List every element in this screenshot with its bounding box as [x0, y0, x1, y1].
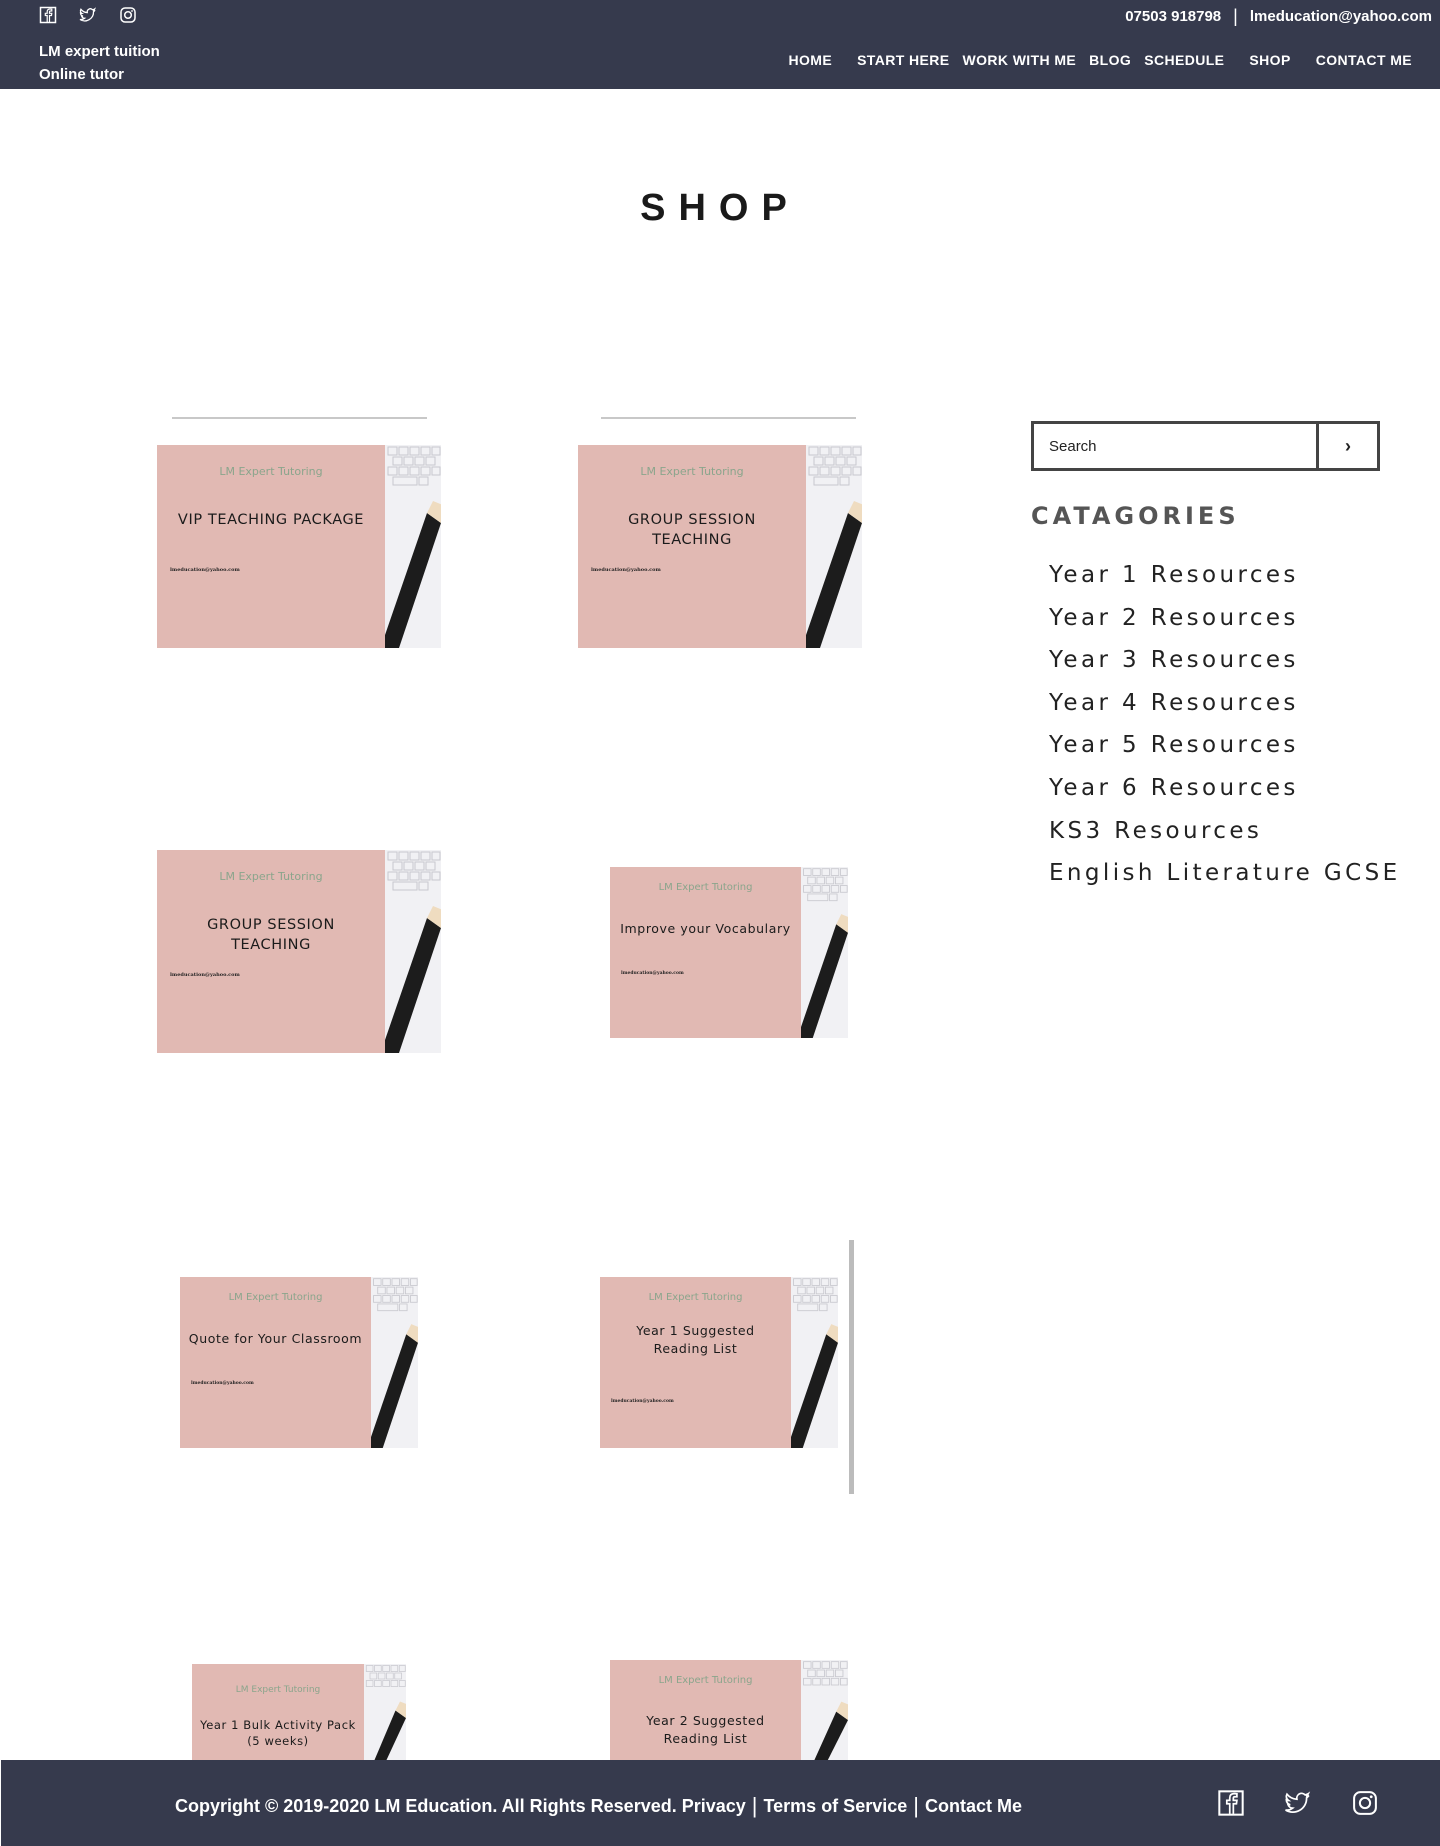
keyboard-pencil-image	[364, 1664, 406, 1760]
product-brand: LM Expert Tutoring	[648, 1292, 743, 1303]
category-year-4[interactable]: Year 4 Resources	[1049, 686, 1401, 729]
product-email: lmeducation@yahoo.com	[170, 567, 240, 573]
nav-schedule[interactable]: SCHEDULE	[1144, 52, 1224, 68]
product-brand: LM Expert Tutoring	[658, 1675, 753, 1686]
product-title: GROUP SESSION TEACHING	[628, 512, 756, 549]
keyboard-pencil-image	[385, 445, 441, 648]
product-divider	[172, 417, 427, 419]
product-brand: LM Expert Tutoring	[235, 1685, 321, 1695]
keyboard-pencil-image	[385, 850, 441, 1053]
product-email: lmeducation@yahoo.com	[611, 1399, 674, 1404]
instagram-icon[interactable]	[119, 6, 137, 24]
email-link[interactable]: lmeducation@yahoo.com	[1250, 8, 1432, 25]
product-card[interactable]: LM Expert Tutoring GROUP SESSION TEACHIN…	[578, 445, 862, 648]
category-ks3[interactable]: KS3 Resources	[1049, 814, 1401, 857]
product-brand: LM Expert Tutoring	[219, 870, 323, 883]
category-year-2[interactable]: Year 2 Resources	[1049, 601, 1401, 644]
twitter-icon[interactable]	[1284, 1789, 1312, 1817]
chevron-right-icon: ›	[1345, 435, 1351, 456]
privacy-link[interactable]: Privacy	[682, 1796, 746, 1817]
main-nav: HOME START HERE WORK WITH ME BLOG SCHEDU…	[788, 52, 1412, 68]
product-image: LM Expert Tutoring Year 1 Suggested Read…	[600, 1277, 791, 1448]
product-email: lmeducation@yahoo.com	[591, 567, 661, 573]
scroll-indicator	[849, 1240, 854, 1494]
product-image: LM Expert Tutoring VIP TEACHING PACKAGE …	[157, 445, 385, 648]
instagram-icon[interactable]	[1351, 1789, 1379, 1817]
site-brand[interactable]: LM expert tuition Online tutor	[39, 40, 160, 86]
category-list: Year 1 Resources Year 2 Resources Year 3…	[1049, 558, 1401, 899]
category-year-5[interactable]: Year 5 Resources	[1049, 728, 1401, 771]
product-title: Quote for Your Classroom	[188, 1331, 363, 1346]
page-title: SHOP	[640, 187, 800, 229]
header-contact: 07503 918798 | lmeducation@yahoo.com	[1125, 6, 1432, 27]
brand-tagline: Online tutor	[39, 66, 124, 83]
contact-link[interactable]: Contact Me	[925, 1796, 1022, 1817]
facebook-icon[interactable]	[1217, 1789, 1245, 1817]
category-year-3[interactable]: Year 3 Resources	[1049, 643, 1401, 686]
footer-separator: |	[751, 1793, 758, 1818]
product-image: LM Expert Tutoring Quote for Your Classr…	[180, 1277, 371, 1448]
categories-heading: CATAGORIES	[1031, 502, 1240, 530]
product-email: lmeducation@yahoo.com	[170, 972, 240, 978]
nav-blog[interactable]: BLOG	[1089, 52, 1131, 68]
nav-contact-me[interactable]: CONTACT ME	[1316, 52, 1412, 68]
contact-separator: |	[1233, 6, 1238, 26]
footer-social-links	[1217, 1789, 1379, 1817]
product-image: LM Expert Tutoring Year 2 Suggested Read…	[610, 1660, 801, 1760]
terms-link[interactable]: Terms of Service	[764, 1796, 908, 1817]
product-title: Improve your Vocabulary	[620, 921, 791, 936]
product-title: GROUP SESSION TEACHING	[207, 917, 335, 954]
product-image: LM Expert Tutoring Improve your Vocabula…	[610, 867, 801, 1038]
product-email: lmeducation@yahoo.com	[621, 971, 684, 976]
copyright-text: Copyright © 2019-2020 LM Education. All …	[175, 1795, 677, 1816]
product-image: LM Expert Tutoring Year 1 Bulk Activity …	[192, 1664, 364, 1760]
keyboard-pencil-image	[371, 1277, 418, 1448]
product-title: VIP TEACHING PACKAGE	[177, 512, 365, 528]
product-image: LM Expert Tutoring GROUP SESSION TEACHIN…	[157, 850, 385, 1053]
product-card[interactable]: LM Expert Tutoring GROUP SESSION TEACHIN…	[157, 850, 441, 1053]
keyboard-pencil-image	[801, 867, 848, 1038]
nav-work-with-me[interactable]: WORK WITH ME	[962, 52, 1076, 68]
product-brand: LM Expert Tutoring	[640, 465, 744, 478]
product-email: lmeducation@yahoo.com	[191, 1381, 254, 1386]
category-year-1[interactable]: Year 1 Resources	[1049, 558, 1401, 601]
product-card[interactable]: LM Expert Tutoring Quote for Your Classr…	[180, 1277, 418, 1448]
site-header: 07503 918798 | lmeducation@yahoo.com LM …	[0, 0, 1440, 89]
category-english-literature-gcse[interactable]: English Literature GCSE	[1049, 856, 1401, 899]
product-card[interactable]: LM Expert Tutoring Year 1 Suggested Read…	[600, 1277, 838, 1448]
site-footer: Copyright © 2019-2020 LM Education. All …	[1, 1760, 1440, 1846]
twitter-icon[interactable]	[79, 6, 97, 24]
product-divider	[601, 417, 856, 419]
search-box: ›	[1031, 421, 1380, 471]
product-title: Year 1 Bulk Activity Pack (5 weeks)	[200, 1718, 356, 1749]
product-brand: LM Expert Tutoring	[658, 882, 753, 893]
category-year-6[interactable]: Year 6 Resources	[1049, 771, 1401, 814]
product-image: LM Expert Tutoring GROUP SESSION TEACHIN…	[578, 445, 806, 648]
keyboard-pencil-image	[791, 1277, 838, 1448]
nav-shop[interactable]: SHOP	[1249, 52, 1290, 68]
footer-separator: |	[913, 1793, 919, 1818]
product-brand: LM Expert Tutoring	[228, 1292, 323, 1303]
nav-start-here[interactable]: START HERE	[857, 52, 949, 68]
product-brand: LM Expert Tutoring	[219, 465, 323, 478]
product-title: Year 2 Suggested Reading List	[646, 1713, 765, 1746]
search-input[interactable]	[1034, 424, 1316, 468]
nav-home[interactable]: HOME	[788, 52, 832, 68]
product-card[interactable]: LM Expert Tutoring Year 1 Bulk Activity …	[192, 1664, 406, 1760]
brand-name: LM expert tuition	[39, 43, 160, 60]
product-card[interactable]: LM Expert Tutoring VIP TEACHING PACKAGE …	[157, 445, 441, 648]
product-card[interactable]: LM Expert Tutoring Improve your Vocabula…	[610, 867, 848, 1038]
keyboard-pencil-image	[801, 1660, 848, 1760]
search-submit-button[interactable]: ›	[1316, 424, 1377, 468]
header-social-links	[39, 6, 137, 24]
keyboard-pencil-image	[806, 445, 862, 648]
facebook-icon[interactable]	[39, 6, 57, 24]
footer-links: Copyright © 2019-2020 LM Education. All …	[175, 1793, 1022, 1819]
phone-number[interactable]: 07503 918798	[1125, 8, 1221, 25]
product-card[interactable]: LM Expert Tutoring Year 2 Suggested Read…	[610, 1660, 848, 1760]
product-title: Year 1 Suggested Reading List	[636, 1323, 755, 1356]
